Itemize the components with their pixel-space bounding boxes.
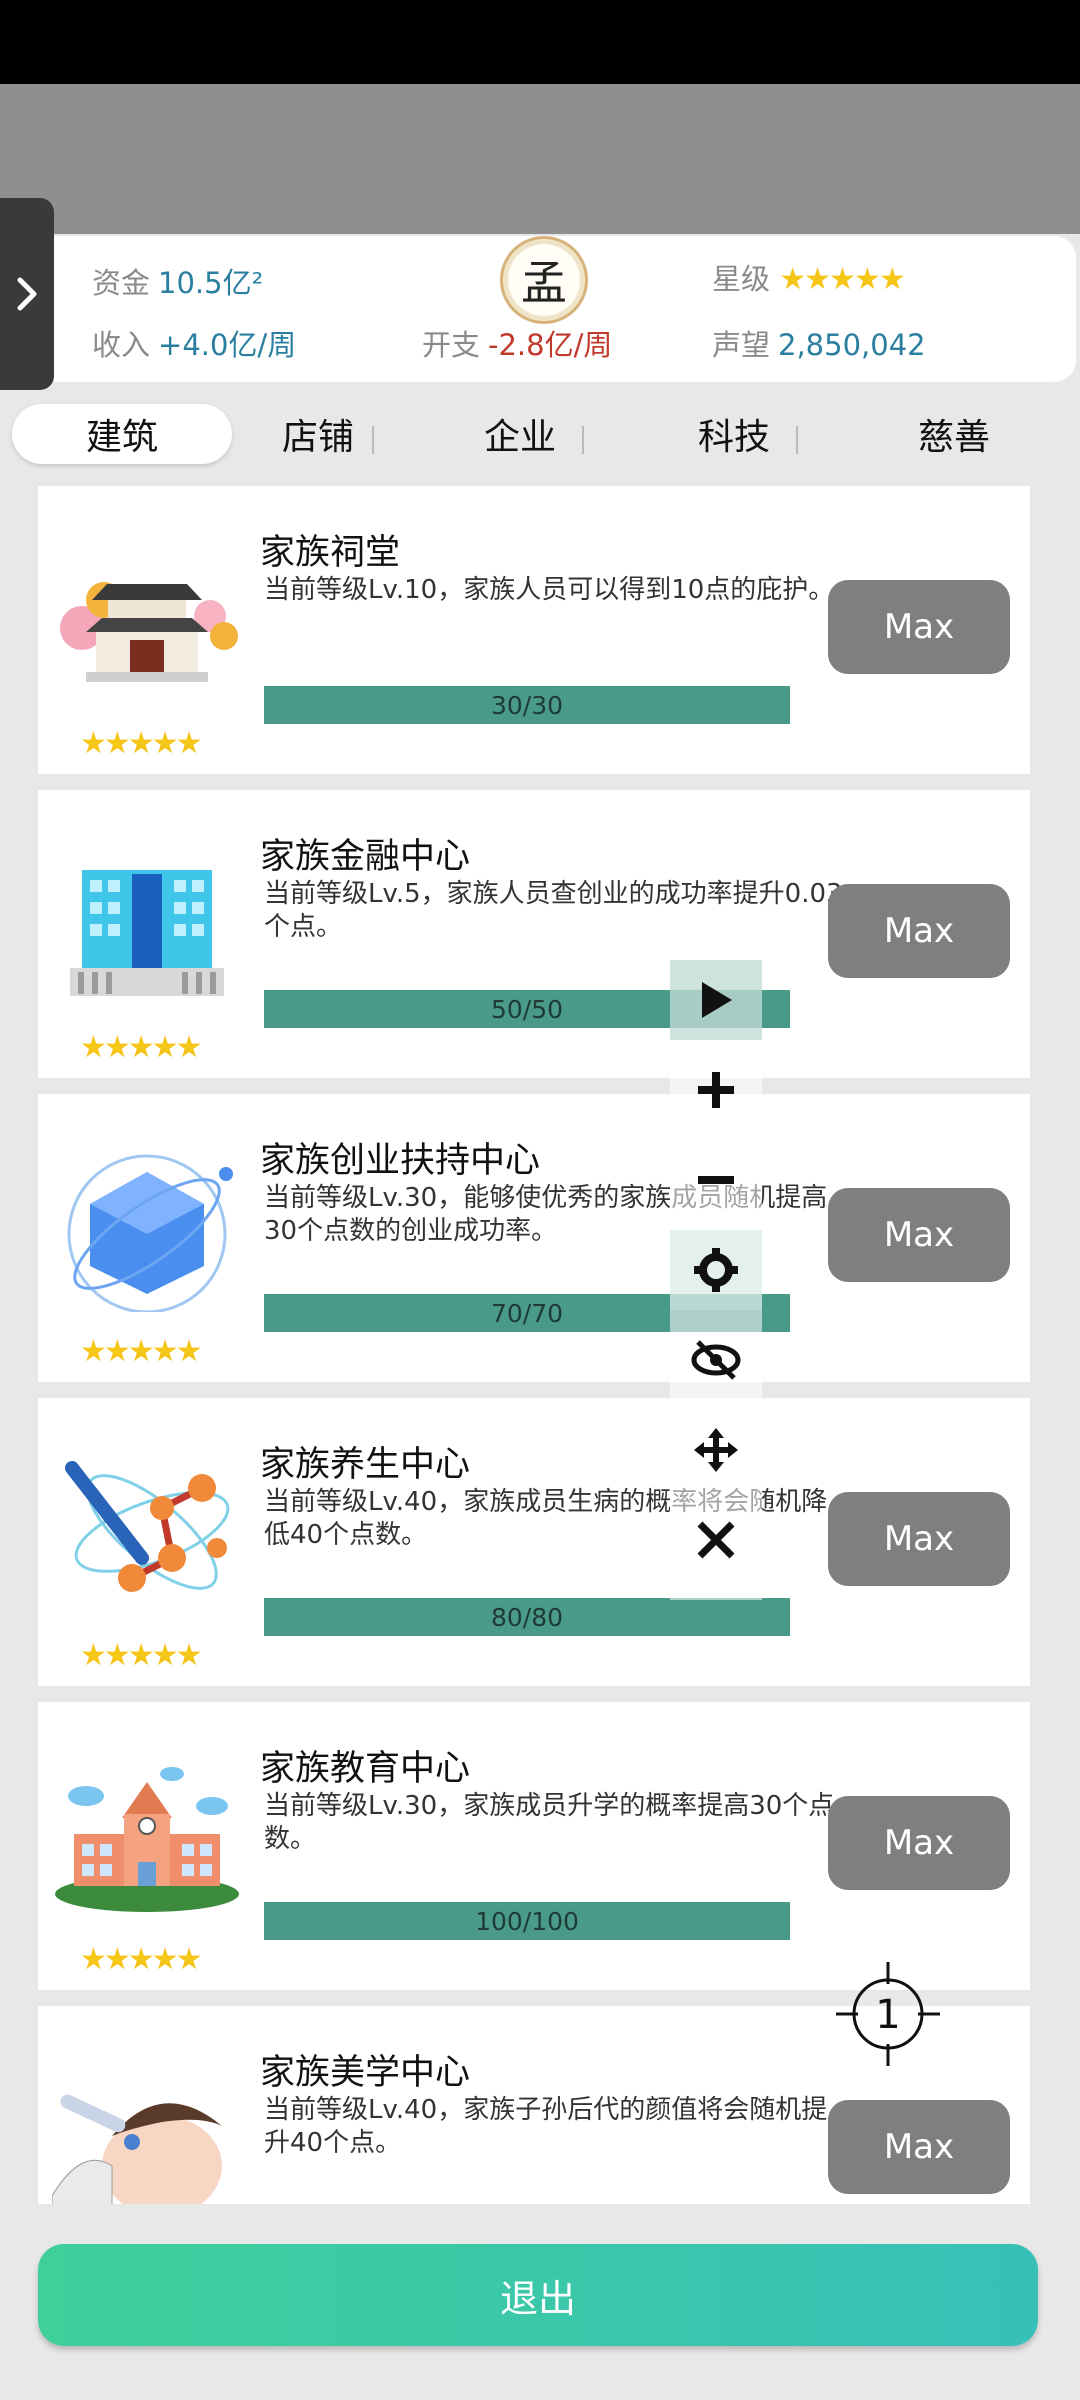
max-button[interactable]: Max <box>828 580 1010 674</box>
building-description: 当前等级Lv.10，家族人员可以得到10点的庇护。 <box>264 575 835 605</box>
reputation-value: 2,850,042 <box>778 328 926 362</box>
startup-center-image <box>67 1154 233 1312</box>
minus-icon[interactable] <box>670 1140 762 1220</box>
max-button[interactable]: Max <box>828 1492 1010 1586</box>
building-card-education-center: ★★★★★ 家族教育中心 当前等级Lv.30，家族成员升学的概率提高30个点数。… <box>38 1702 1030 1990</box>
level-progress-bar: 100/100 <box>264 1902 790 1940</box>
ancestral-hall-image <box>60 582 238 682</box>
level-progress-bar: 80/80 <box>264 1598 790 1636</box>
crosshair-target[interactable]: 1 <box>836 1962 940 2066</box>
building-description: 当前等级Lv.40，家族子孙后代的颜值将会随机提升40个点。 <box>264 2095 828 2158</box>
family-crest: 孟 <box>500 236 588 324</box>
building-title: 家族创业扶持中心 <box>260 1141 541 1181</box>
building-title: 家族金融中心 <box>260 837 471 877</box>
card-stars: ★★★★★ <box>80 726 202 761</box>
card-stars: ★★★★★ <box>80 1638 202 1673</box>
category-tabs: 建筑 店铺 企业 科技 慈善 <box>0 404 1080 474</box>
building-title: 家族养生中心 <box>260 1445 471 1485</box>
reputation-stat: 声望 2,850,042 <box>712 328 926 362</box>
income-stat: 收入 +4.0亿/周 <box>92 328 297 362</box>
plus-icon[interactable] <box>670 1050 762 1130</box>
status-bar <box>0 0 1080 84</box>
health-center-image <box>65 1461 230 1592</box>
close-icon[interactable] <box>670 1500 762 1580</box>
gear-icon[interactable] <box>670 1230 762 1310</box>
card-stars: ★★★★★ <box>80 1030 202 1065</box>
tab-divider <box>372 426 374 454</box>
level-progress-bar: 30/30 <box>264 686 790 724</box>
funds-value: 10.5亿² <box>158 266 264 300</box>
eye-off-icon[interactable] <box>670 1320 762 1400</box>
floating-toolbar <box>670 960 762 1600</box>
aesthetics-center-image <box>52 2094 222 2204</box>
tab-charity[interactable]: 慈善 <box>894 404 1014 464</box>
building-description: 当前等级Lv.5，家族人员查创业的成功率提升0.03个点。 <box>264 879 843 942</box>
finance-center-image <box>70 870 224 996</box>
tab-enterprise[interactable]: 企业 <box>460 404 580 464</box>
building-card-startup-center: ★★★★★ 家族创业扶持中心 当前等级Lv.30，能够使优秀的家族成员随机提高3… <box>38 1094 1030 1382</box>
side-drawer-handle[interactable] <box>0 198 54 390</box>
building-card-health-center: ★★★★★ 家族养生中心 当前等级Lv.40，家族成员生病的概率将会随机降低40… <box>38 1398 1030 1686</box>
building-title: 家族美学中心 <box>260 2053 471 2093</box>
max-button[interactable]: Max <box>828 1796 1010 1890</box>
building-card-ancestral-hall: ★★★★★ 家族祠堂 当前等级Lv.10，家族人员可以得到10点的庇护。 30/… <box>38 486 1030 774</box>
tab-shops[interactable]: 店铺 <box>258 404 378 464</box>
exit-button[interactable]: 退出 <box>38 2244 1038 2346</box>
tab-technology[interactable]: 科技 <box>674 404 794 464</box>
max-button[interactable]: Max <box>828 1188 1010 1282</box>
chevron-right-icon <box>17 277 37 311</box>
funds-stat: 资金 10.5亿² <box>92 266 264 300</box>
rank-stars: ★★★★★ <box>779 262 905 297</box>
building-list[interactable]: ★★★★★ 家族祠堂 当前等级Lv.10，家族人员可以得到10点的庇护。 30/… <box>0 486 1080 2204</box>
education-center-image <box>55 1767 239 1912</box>
expense-value: -2.8亿/周 <box>488 328 613 362</box>
building-description: 当前等级Lv.30，家族成员升学的概率提高30个点数。 <box>264 1791 835 1854</box>
max-button[interactable]: Max <box>828 2100 1010 2194</box>
card-stars: ★★★★★ <box>80 1334 202 1369</box>
crosshair-label: 1 <box>875 1992 900 2038</box>
max-button[interactable]: Max <box>828 884 1010 978</box>
play-icon[interactable] <box>670 960 762 1040</box>
tab-divider <box>796 426 798 454</box>
tab-buildings[interactable]: 建筑 <box>12 404 232 464</box>
header-band <box>0 84 1080 234</box>
rank-stat: 星级 ★★★★★ <box>712 262 906 297</box>
tab-divider <box>582 426 584 454</box>
building-title: 家族教育中心 <box>260 1749 471 1789</box>
card-stars: ★★★★★ <box>80 1942 202 1977</box>
move-icon[interactable] <box>670 1410 762 1490</box>
expense-stat: 开支 -2.8亿/周 <box>422 328 613 362</box>
building-title: 家族祠堂 <box>260 533 401 573</box>
building-card-finance-center: ★★★★★ 家族金融中心 当前等级Lv.5，家族人员查创业的成功率提升0.03个… <box>38 790 1030 1078</box>
income-value: +4.0亿/周 <box>158 328 297 362</box>
